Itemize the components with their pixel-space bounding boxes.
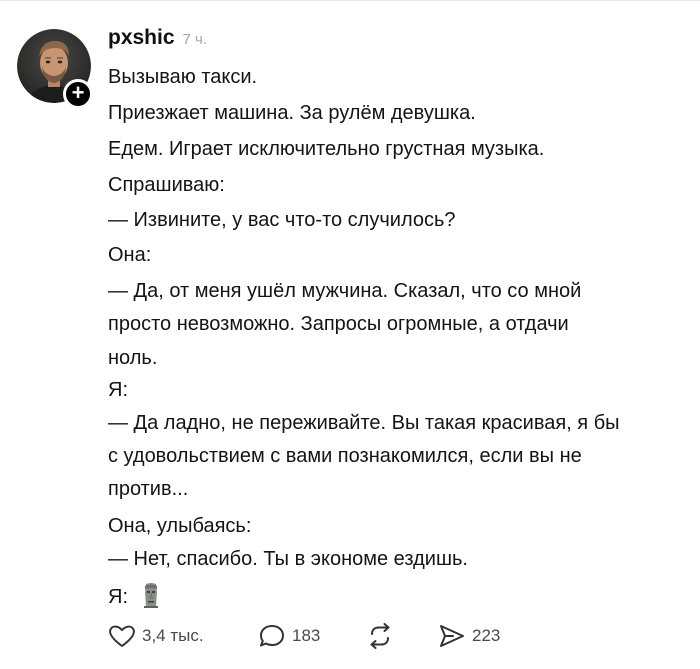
heart-icon bbox=[109, 625, 135, 647]
post-text-line: ноль. bbox=[108, 347, 158, 369]
comment-bubble-icon bbox=[260, 625, 284, 647]
avatar-container[interactable]: + bbox=[17, 29, 93, 109]
post-text-line: Едем. Играет исключительно грустная музы… bbox=[108, 138, 545, 160]
author-username[interactable]: pxshic bbox=[108, 26, 175, 50]
post-text-line: Она, улыбаясь: bbox=[108, 515, 252, 537]
follow-button[interactable]: + bbox=[63, 79, 93, 109]
share-count: 223 bbox=[472, 626, 501, 645]
post-text-line: Я: bbox=[108, 586, 128, 608]
like-button[interactable]: 3,4 тыс. bbox=[108, 622, 204, 650]
repost-button[interactable] bbox=[366, 622, 394, 650]
post-text-line: — Извините, у вас что-то случилось? bbox=[108, 209, 456, 231]
post-timestamp: 7 ч. bbox=[182, 31, 208, 48]
post-text-line: Вызываю такси. bbox=[108, 66, 258, 88]
post-text-line: просто невозможно. Запросы огромные, а о… bbox=[108, 313, 569, 335]
plus-icon: + bbox=[71, 80, 85, 105]
post-last-line: Я: bbox=[108, 582, 160, 610]
post-text-line: с удовольствием с вами познакомился, есл… bbox=[108, 445, 582, 467]
post-text-line: Она: bbox=[108, 244, 152, 266]
post-text-line: Спрашиваю: bbox=[108, 174, 225, 196]
post-text-line: Приезжает машина. За рулём девушка. bbox=[108, 102, 476, 124]
post-actions: 3,4 тыс. 183 223 bbox=[108, 622, 528, 650]
comment-button[interactable]: 183 bbox=[258, 622, 320, 650]
share-button[interactable]: 223 bbox=[438, 622, 500, 650]
post-text-line: Я: bbox=[108, 379, 128, 401]
like-count: 3,4 тыс. bbox=[142, 626, 204, 645]
send-arrow-icon bbox=[440, 625, 464, 647]
comment-count: 183 bbox=[292, 626, 321, 645]
post-text-line: против... bbox=[108, 478, 189, 500]
post-text-line: — Да ладно, не переживайте. Вы такая кра… bbox=[108, 412, 620, 434]
post-text-line: — Нет, спасибо. Ты в экономе ездишь. bbox=[108, 548, 468, 570]
repost-arrows-icon bbox=[370, 623, 390, 649]
thread-post: + pxshic 7 ч. Вызываю такси. Приезжает м… bbox=[0, 0, 700, 669]
moai-emoji-icon bbox=[143, 583, 158, 608]
post-text-line: — Да, от меня ушёл мужчина. Сказал, что … bbox=[108, 280, 582, 302]
post-header: pxshic 7 ч. bbox=[108, 26, 207, 52]
